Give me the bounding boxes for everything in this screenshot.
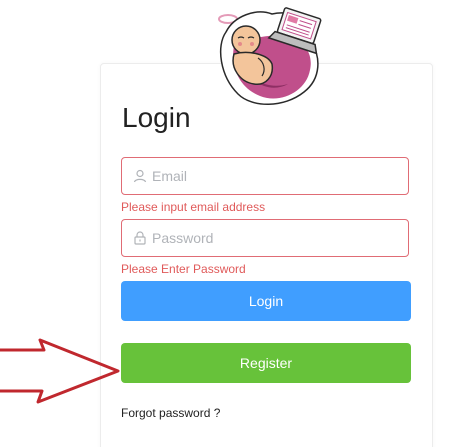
- login-button[interactable]: Login: [121, 281, 411, 321]
- register-button[interactable]: Register: [121, 343, 411, 383]
- password-error: Please Enter Password: [121, 262, 246, 276]
- password-field[interactable]: [121, 219, 409, 257]
- user-icon: [133, 169, 147, 183]
- login-card: Login Please input email address Please …: [100, 63, 433, 447]
- email-field[interactable]: [121, 157, 409, 195]
- forgot-password-link[interactable]: Forgot password ?: [121, 406, 220, 420]
- page-title: Login: [122, 102, 191, 133]
- email-input[interactable]: [152, 158, 402, 194]
- annotation-arrow-icon: [0, 338, 120, 404]
- email-error: Please input email address: [121, 200, 266, 214]
- lock-icon: [134, 231, 146, 245]
- mascot-logo: [218, 7, 322, 105]
- page: Login Please input email address Please …: [0, 0, 449, 447]
- password-input[interactable]: [152, 220, 402, 256]
